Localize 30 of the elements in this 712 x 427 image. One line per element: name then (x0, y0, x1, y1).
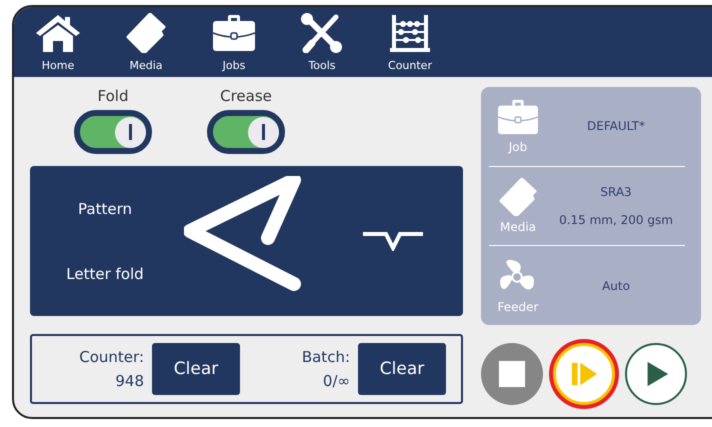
info-value: 0.15 mm, 200 gsm (559, 213, 673, 227)
info-label: Media (500, 220, 536, 234)
house-icon (34, 13, 82, 53)
clear-button[interactable]: Clear (152, 343, 240, 395)
nav-jobs-button[interactable]: Jobs (190, 7, 278, 77)
pattern-name: Letter fold (66, 264, 144, 282)
briefcase-icon (210, 13, 258, 53)
nav-counter-button[interactable]: Counter (366, 7, 454, 77)
toggle-switch[interactable] (74, 110, 152, 154)
clear-button[interactable]: Clear (358, 343, 446, 395)
counter-label: Counter: (79, 347, 144, 368)
info-label: Job (508, 140, 528, 154)
toggle-switch[interactable] (207, 110, 285, 154)
stop-icon (498, 360, 526, 388)
nav-tools-button[interactable]: Tools (278, 7, 366, 77)
pattern-label: Pattern (78, 200, 132, 218)
counter-value: 948 (115, 371, 144, 392)
info-value: Auto (602, 278, 630, 293)
toggle-label: Crease (220, 87, 272, 105)
info-value: SRA3 (600, 185, 632, 199)
info-value: DEFAULT* (587, 119, 645, 134)
info-label: Feeder (498, 300, 538, 314)
step-icon (570, 360, 598, 388)
briefcase-icon (495, 98, 541, 136)
counter-value: 0/∞ (322, 371, 350, 392)
crease-icon (362, 231, 424, 251)
nav-home-button[interactable]: Home (14, 7, 102, 77)
nav-media-button[interactable]: Media (102, 7, 190, 77)
toggle-label: Fold (98, 87, 128, 105)
counter-label: Batch: (302, 347, 350, 368)
